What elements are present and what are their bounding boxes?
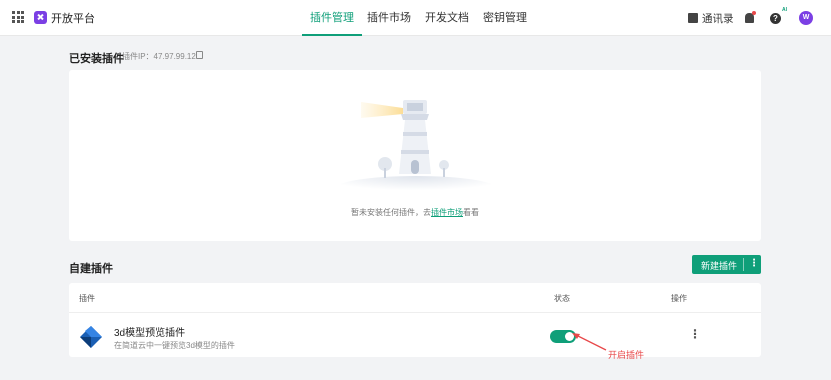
- contacts-icon: [688, 13, 698, 23]
- lighthouse-illustration: [336, 100, 496, 200]
- column-header-status: 状态: [554, 294, 570, 303]
- copy-icon[interactable]: [196, 51, 203, 59]
- column-header-actions: 操作: [671, 294, 687, 303]
- plugin-ip-label: 插件IP：47.97.99.12: [122, 52, 196, 61]
- avatar: W: [799, 11, 813, 25]
- nav-key-management[interactable]: 密钥管理: [483, 0, 527, 36]
- plugin-description: 在简道云中一键预览3d模型的插件: [114, 341, 235, 350]
- empty-text-suffix: 看看: [463, 208, 479, 217]
- bell-icon: [745, 11, 756, 23]
- installed-empty-card: 暂未安装任何插件，去插件市场看看: [69, 70, 761, 241]
- contacts-link[interactable]: 通讯录: [688, 0, 734, 36]
- help-icon: ? AI: [770, 7, 787, 24]
- custom-section-title: 自建插件: [69, 263, 113, 275]
- contacts-label: 通讯录: [702, 12, 734, 25]
- user-menu[interactable]: W: [799, 0, 813, 36]
- custom-plugins-table: 插件 状态 操作 3d模型预览插件 在简道云中一键预览3d模型的插件 ⋮: [69, 283, 761, 357]
- nav-plugin-market[interactable]: 插件市场: [367, 0, 411, 36]
- plugin-logo-icon: [80, 326, 102, 348]
- help-glyph: ?: [773, 13, 778, 23]
- new-plugin-button-group: 新建插件 ⋮: [692, 255, 761, 274]
- app-logo-icon: [34, 11, 47, 24]
- plugin-name[interactable]: 3d模型预览插件: [114, 324, 185, 339]
- app-title[interactable]: 开放平台: [51, 10, 95, 26]
- annotation-label: 开启插件: [608, 350, 645, 360]
- notifications-button[interactable]: [745, 0, 756, 36]
- nav-plugin-management[interactable]: 插件管理: [302, 0, 362, 36]
- new-plugin-more-button[interactable]: ⋮: [749, 258, 759, 269]
- apps-grid-icon[interactable]: [12, 11, 24, 23]
- plugin-market-link[interactable]: 插件市场: [431, 208, 463, 217]
- annotation-arrow: [572, 333, 607, 351]
- button-divider: [743, 258, 744, 271]
- ai-badge: AI: [782, 6, 787, 13]
- notification-dot: [752, 11, 756, 15]
- nav-dev-docs[interactable]: 开发文档: [425, 0, 469, 36]
- header-divider: [69, 312, 761, 313]
- empty-text-prefix: 暂未安装任何插件，去: [351, 208, 431, 217]
- row-more-actions-button[interactable]: ⋮: [689, 327, 701, 341]
- column-header-plugin: 插件: [79, 294, 95, 303]
- new-plugin-button[interactable]: 新建插件: [701, 259, 737, 272]
- help-button[interactable]: ? AI: [770, 0, 787, 36]
- empty-state-text: 暂未安装任何插件，去插件市场看看: [69, 207, 761, 218]
- installed-section-title: 已安装插件: [69, 53, 124, 65]
- top-bar: 开放平台 插件管理 插件市场 开发文档 密钥管理 通讯录 ? AI W: [0, 0, 831, 36]
